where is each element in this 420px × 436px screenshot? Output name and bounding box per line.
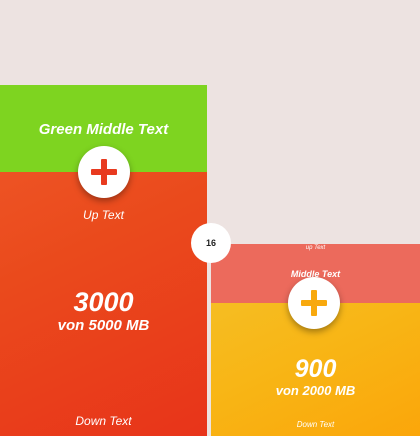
left-card-value: 3000 bbox=[73, 287, 134, 317]
right-card-value: 900 bbox=[294, 355, 337, 383]
plus-icon bbox=[91, 159, 117, 185]
right-card-down-text: Down Text bbox=[296, 420, 335, 429]
right-card[interactable]: up Text Middle Text 900 von 2000 MB Down… bbox=[211, 244, 420, 436]
left-card-middle-text: Green Middle Text bbox=[38, 121, 169, 138]
left-card-up-text: Up Text bbox=[83, 208, 124, 222]
right-card-total: von 2000 MB bbox=[275, 383, 356, 398]
count-badge[interactable]: 16 bbox=[191, 223, 231, 263]
left-card-down-text: Down Text bbox=[75, 414, 132, 428]
left-card-total: von 5000 MB bbox=[57, 317, 150, 334]
left-add-button[interactable] bbox=[78, 146, 130, 198]
plus-icon bbox=[301, 290, 327, 316]
right-card-up-text: up Text bbox=[305, 245, 326, 251]
right-add-button[interactable] bbox=[288, 277, 340, 329]
left-card[interactable]: Green Middle Text Up Text 3000 von 5000 … bbox=[0, 85, 207, 436]
